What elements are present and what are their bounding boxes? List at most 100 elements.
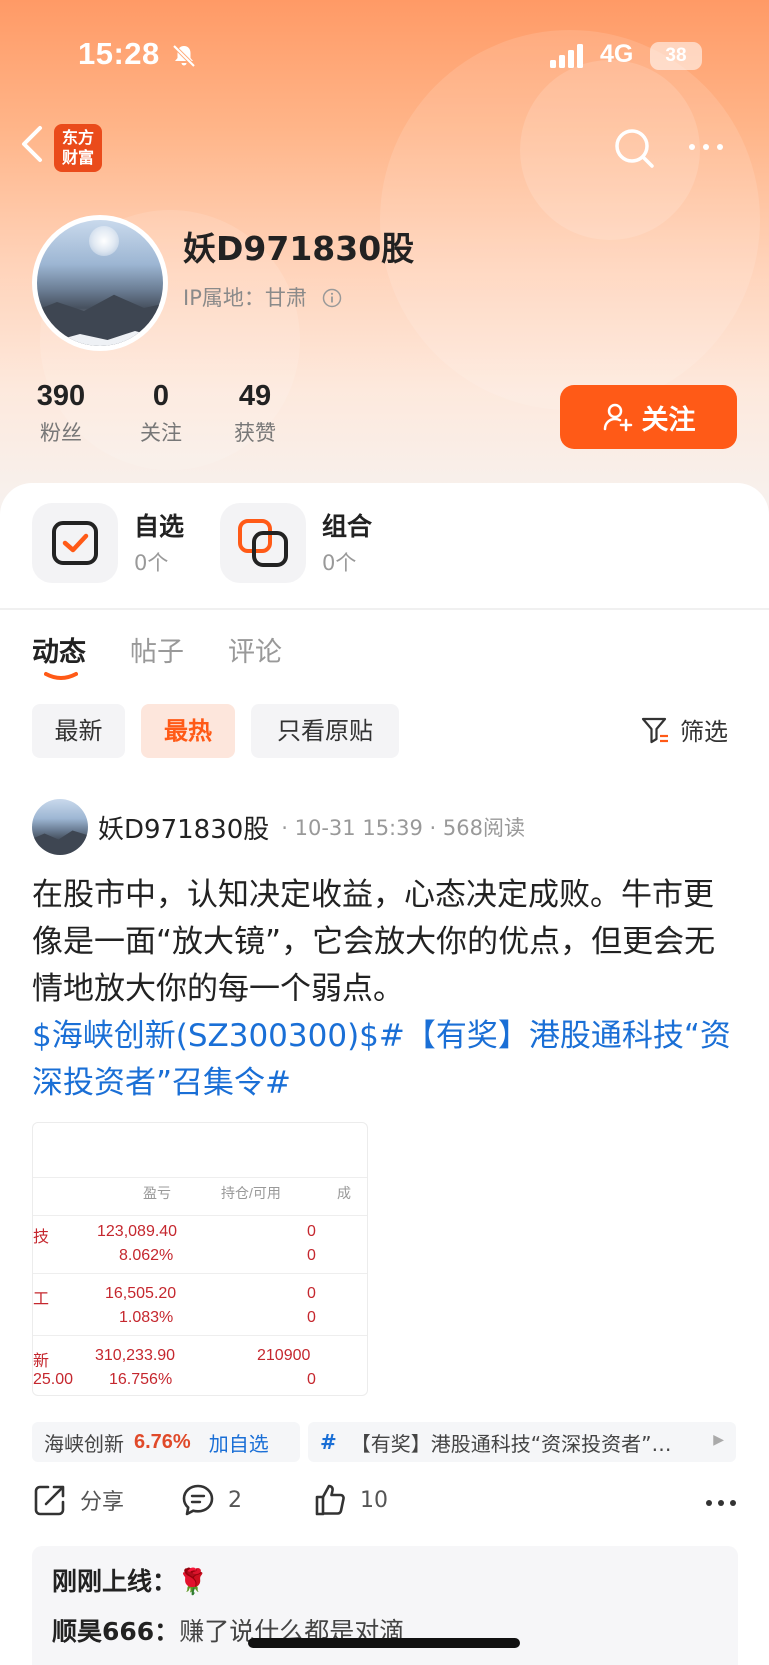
image-cell: 1.083%: [119, 1309, 174, 1326]
image-cell: 25.00: [33, 1371, 74, 1388]
comment-user: 刚刚上线：: [52, 1567, 178, 1596]
info-icon[interactable]: [322, 288, 342, 308]
image-cell: 123,089.40: [97, 1223, 178, 1240]
image-cell: 新: [33, 1353, 50, 1370]
quick-link-title: 自选: [134, 512, 185, 541]
image-cell: 0: [307, 1285, 316, 1302]
tab-posts[interactable]: 帖子: [130, 630, 184, 669]
ip-location-text: IP属地：甘肃: [183, 286, 307, 310]
image-cell: 0: [307, 1309, 316, 1326]
post-more-icon[interactable]: [704, 1498, 738, 1508]
tab-comments[interactable]: 评论: [228, 630, 282, 669]
image-cell: 0: [307, 1247, 316, 1264]
search-icon[interactable]: [612, 126, 656, 170]
chip-latest[interactable]: 最新: [32, 704, 125, 758]
comment-item: 刚刚上线：🌹: [52, 1562, 208, 1598]
ip-location: IP属地：甘肃: [183, 282, 342, 312]
chip-hottest[interactable]: 最热: [141, 704, 235, 758]
comment-count: 2: [228, 1487, 242, 1513]
filter-label: 筛选: [680, 718, 728, 746]
image-col-header: 持仓/可用: [221, 1185, 281, 1201]
watchlist-icon: [32, 503, 118, 583]
post-author-avatar[interactable]: [32, 799, 88, 855]
share-icon: [34, 1485, 65, 1516]
stat-label: 粉丝: [40, 421, 82, 445]
status-bar: 15:28 4G 38: [0, 30, 769, 84]
comment-icon: [182, 1484, 214, 1516]
bell-muted-icon: [172, 44, 196, 68]
post-author-name[interactable]: 妖D971830股: [98, 809, 269, 846]
post-text: 在股市中，认知决定收益，心态决定成败。牛市更像是一面“放大镜”，它会放大你的优点…: [32, 877, 716, 1007]
filter-icon: [641, 717, 668, 743]
stat-value: 49: [238, 380, 272, 412]
quick-link-count: 0个: [322, 551, 357, 575]
avatar-image: [37, 220, 163, 346]
stock-tag-change: 6.76%: [134, 1430, 191, 1453]
stat-fans[interactable]: 390 粉丝: [32, 380, 90, 447]
comment-user: 顺昊666：: [52, 1617, 180, 1646]
share-label: 分享: [80, 1490, 125, 1515]
chip-original-only[interactable]: 只看原贴: [251, 704, 399, 758]
image-cell: 工: [33, 1291, 50, 1308]
stat-value: 0: [152, 380, 170, 412]
more-options-icon[interactable]: [686, 135, 726, 159]
logo-line: 财富: [61, 148, 94, 167]
post-links[interactable]: $海峡创新(SZ300300)$#【有奖】港股通科技“资深投资者”召集令#: [32, 1018, 731, 1101]
image-divider: [33, 1177, 367, 1178]
comment-text: 🌹: [177, 1567, 209, 1596]
topic-tag-text: 【有奖】港股通科技“资深投资者”…: [350, 1431, 672, 1456]
network-label: 4G: [600, 40, 634, 68]
stat-label: 关注: [140, 421, 182, 445]
image-cell: 0: [307, 1223, 316, 1240]
image-cell: 310,233.90: [95, 1347, 176, 1364]
image-col-header: 盈亏: [143, 1185, 171, 1201]
image-col-header: 成: [337, 1185, 351, 1201]
post-header: 妖D971830股 · 10-31 15:39 · 568阅读: [32, 798, 525, 856]
quick-link-watchlist[interactable]: 自选 0个: [32, 503, 212, 583]
active-tab-indicator: [44, 672, 78, 680]
add-watchlist-link[interactable]: 加自选: [209, 1428, 269, 1457]
share-button[interactable]: 分享: [32, 1482, 124, 1518]
quick-link-title: 组合: [322, 512, 373, 541]
image-cell: 16,505.20: [105, 1285, 177, 1302]
thumbs-up-icon: [315, 1484, 345, 1516]
stock-tag[interactable]: 海峡创新 6.76% 加自选: [32, 1422, 300, 1462]
section-divider: [0, 608, 769, 610]
add-user-icon: [603, 403, 632, 432]
tab-dynamics[interactable]: 动态: [32, 630, 86, 669]
chevron-right-icon: ▶: [713, 1432, 724, 1448]
topic-tag[interactable]: # 【有奖】港股通科技“资深投资者”… ▶: [308, 1422, 736, 1462]
status-time: 15:28: [78, 36, 160, 71]
profile-avatar[interactable]: [32, 215, 168, 351]
profile-username: 妖D971830股: [183, 229, 415, 268]
stat-value: 390: [36, 380, 86, 412]
post-image-holdings-screenshot[interactable]: 盈亏 持仓/可用 成 技 123,089.40 8.062% 0 0 工 16,…: [32, 1122, 368, 1396]
battery-icon: 38: [650, 42, 702, 70]
quick-link-portfolio[interactable]: 组合 0个: [220, 503, 400, 583]
stat-likes[interactable]: 49 获赞: [226, 380, 284, 447]
post-body[interactable]: 在股市中，认知决定收益，心态决定成败。牛市更像是一面“放大镜”，它会放大你的优点…: [32, 872, 742, 1107]
quick-link-count: 0个: [134, 551, 169, 575]
follow-button[interactable]: 关注: [560, 385, 737, 449]
portfolio-icon: [220, 503, 306, 583]
image-cell: 技: [33, 1229, 50, 1246]
follow-button-label: 关注: [641, 404, 696, 436]
image-cell: 8.062%: [119, 1247, 174, 1264]
image-cell: 0: [307, 1371, 316, 1388]
decor-circle: [520, 60, 700, 240]
post-meta: · 10-31 15:39 · 568阅读: [281, 816, 525, 840]
stat-label: 获赞: [234, 421, 276, 445]
like-button[interactable]: 10: [312, 1482, 388, 1518]
filter-button[interactable]: 筛选: [640, 712, 728, 747]
image-cell: 210900: [257, 1347, 311, 1364]
stock-tag-name: 海峡创新: [44, 1431, 124, 1456]
logo-line: 东方: [61, 128, 94, 147]
stat-following[interactable]: 0 关注: [132, 380, 190, 447]
like-count: 10: [360, 1487, 388, 1513]
post-actions: 分享 2 10: [32, 1482, 738, 1530]
comment-button[interactable]: 2: [180, 1482, 242, 1518]
home-indicator[interactable]: [248, 1638, 520, 1648]
signal-icon: [550, 44, 583, 68]
app-logo: 东方 财富: [54, 124, 102, 172]
back-arrow-icon[interactable]: [18, 122, 48, 166]
